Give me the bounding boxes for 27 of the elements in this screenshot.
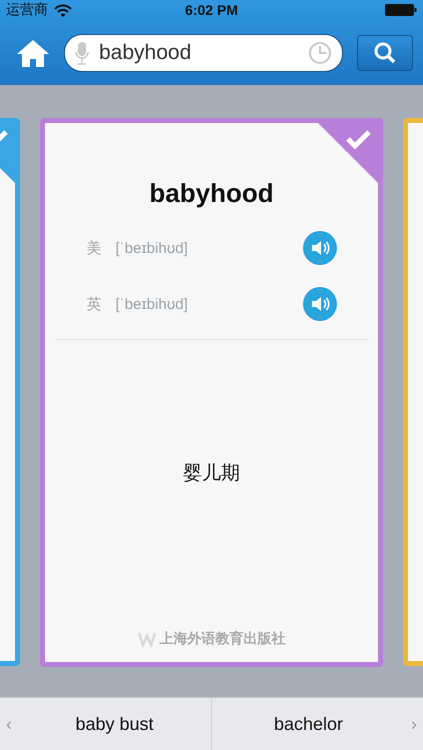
publisher-name: 上海外语教育出版社 (160, 630, 286, 648)
phonetic-text: [ˈbeɪbihʊd] (116, 296, 189, 312)
battery-icon (385, 4, 417, 16)
speaker-icon (310, 295, 330, 313)
meaning-text: 婴儿期 (183, 462, 240, 486)
accent-label: 英 (86, 294, 102, 314)
search-field[interactable]: babyhood (64, 34, 343, 72)
previous-word-link[interactable]: baby bust (18, 714, 211, 735)
flashcard[interactable]: babyhood 美 [ˈbeɪbihʊd] 英 [ˈbeɪbihʊd] 婴儿期 上海外语教育出版社 (40, 118, 383, 667)
search-icon (373, 40, 397, 64)
publisher-logo-icon (138, 631, 156, 647)
phonetic-text: [ˈbeɪbihʊd] (116, 240, 189, 256)
history-clock-icon[interactable] (308, 40, 332, 64)
headword: babyhood (149, 178, 274, 209)
search-button[interactable] (357, 34, 413, 70)
corner-check-icon[interactable] (318, 123, 378, 183)
accent-label: 美 (86, 238, 102, 258)
home-icon[interactable] (16, 38, 50, 68)
carrier-label: 运营商 (6, 1, 48, 19)
speaker-icon (310, 239, 330, 257)
wifi-icon (54, 4, 72, 16)
speaker-button[interactable] (302, 287, 336, 321)
microphone-icon[interactable] (75, 40, 89, 64)
speaker-button[interactable] (302, 231, 336, 265)
search-input[interactable]: babyhood (97, 40, 300, 66)
next-word-link[interactable]: bachelor (212, 714, 405, 735)
clock-text: 6:02 PM (185, 2, 238, 18)
